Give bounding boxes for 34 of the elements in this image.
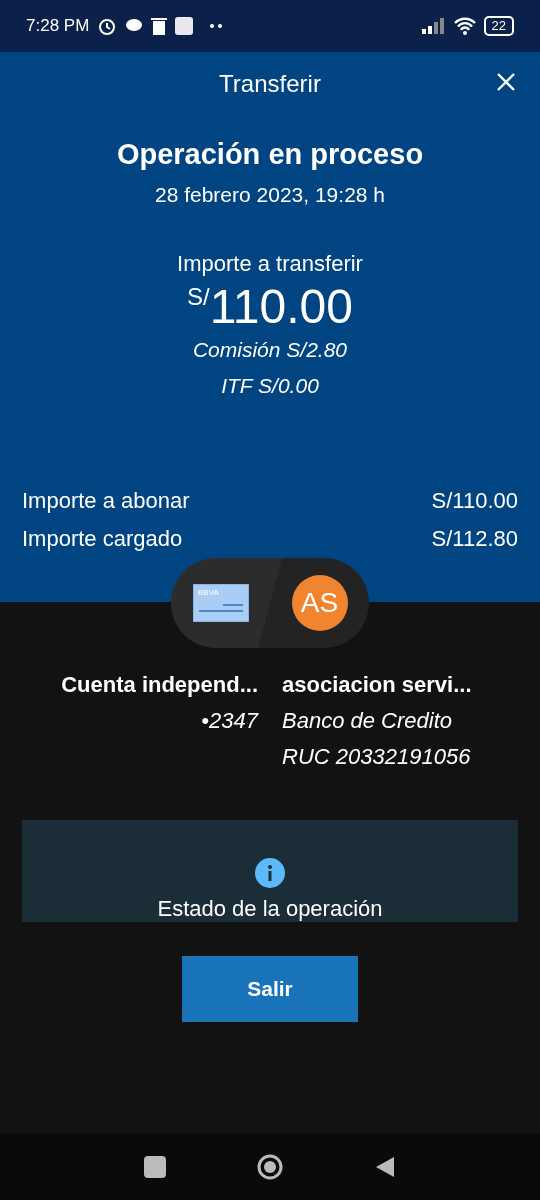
home-icon[interactable]: [256, 1153, 284, 1181]
destination-ruc: RUC 20332191056: [282, 744, 472, 770]
currency-symbol: S/: [187, 283, 210, 310]
wifi-icon: [453, 17, 476, 35]
square-icon: [175, 17, 194, 35]
signal-icon: [421, 18, 446, 34]
summary-value: S/110.00: [431, 487, 518, 515]
alarm-icon: [97, 16, 118, 36]
more-icon: [209, 23, 224, 29]
summary-value: S/112.80: [431, 525, 518, 553]
summary-label: Importe a abonar: [22, 487, 190, 515]
destination-bank: Banco de Credito: [282, 708, 453, 734]
origin-account-number: •2347: [200, 708, 258, 734]
commission-text: Comisión S/2.80: [192, 338, 348, 362]
trash-icon: [151, 17, 168, 35]
operation-date: 28 febrero 2023, 19:28 h: [155, 183, 385, 207]
status-title: Estado de la operación: [157, 896, 383, 922]
battery-icon: 22: [483, 16, 514, 36]
back-icon[interactable]: [374, 1155, 396, 1179]
exit-button[interactable]: Salir: [182, 956, 358, 1022]
chat-icon: [125, 18, 144, 34]
destination-name: asociacion servi...: [282, 672, 473, 698]
avatar: AS: [291, 575, 348, 631]
recents-icon[interactable]: [144, 1156, 166, 1178]
summary-label: Importe cargado: [22, 525, 183, 553]
info-icon: [255, 858, 285, 888]
amount-label: Importe a transferir: [177, 251, 363, 277]
origin-account-name: Cuenta independ...: [60, 672, 258, 698]
status-time: 7:28 PM: [26, 16, 90, 36]
itf-text: ITF S/0.00: [221, 374, 319, 398]
operation-title: Operación en proceso: [116, 138, 424, 171]
bank-card-icon: BBVA: [192, 584, 249, 622]
transfer-amount: 110.00: [209, 279, 353, 334]
screen-title: Transferir: [219, 70, 321, 98]
